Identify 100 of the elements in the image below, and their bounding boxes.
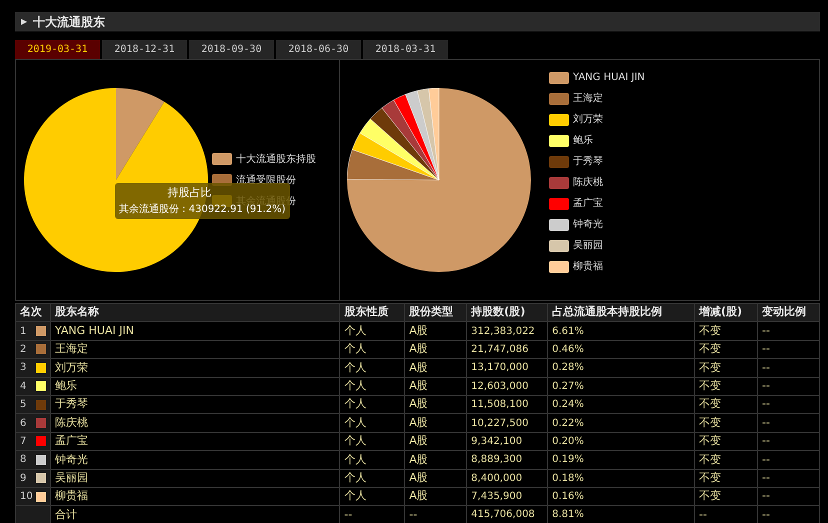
table-cell: 0.20%: [548, 432, 695, 451]
column-header: 名次: [16, 304, 50, 322]
table-cell: 钟奇光: [50, 450, 340, 470]
table-cell: 0.22%: [548, 414, 695, 432]
date-tab[interactable]: 2018-03-31: [363, 40, 448, 59]
table-cell: 不变: [694, 322, 758, 340]
column-header: 持股数(股): [466, 304, 548, 322]
legend-label[interactable]: 流通受限股份: [236, 172, 296, 188]
table-cell: 11,508,100: [466, 395, 548, 414]
table-cell: 312,383,022: [466, 322, 548, 340]
table-cell: A股: [404, 340, 467, 359]
rank-number: 6: [20, 416, 26, 431]
rank-number: 5: [20, 398, 26, 412]
table-cell: 王海定: [50, 340, 340, 359]
column-header: 占总流通股本持股比例: [548, 304, 695, 322]
table-cell: --: [757, 450, 820, 470]
rank-number: 9: [20, 472, 26, 486]
table-cell: --: [757, 377, 820, 396]
table-cell: --: [757, 358, 820, 378]
table-cell: 个人: [340, 322, 405, 340]
table-cell: 个人: [340, 432, 405, 451]
table-cell: 不变: [694, 377, 758, 396]
table-cell: 0.16%: [548, 487, 695, 506]
table-cell: 12,603,000: [466, 377, 548, 396]
table-cell: A股: [404, 432, 467, 451]
rank-number: 2: [20, 342, 26, 357]
table-cell: 10,227,500: [466, 414, 548, 432]
table-cell: 个人: [340, 358, 405, 378]
table-cell: 个人: [340, 340, 405, 359]
table-cell: YANG HUAI JIN: [50, 322, 340, 340]
rank-number: 10: [20, 490, 33, 504]
table-cell: 个人: [340, 450, 405, 470]
table-cell: A股: [404, 322, 467, 340]
table-cell: A股: [404, 358, 467, 378]
table-cell: 7,435,900: [466, 487, 548, 506]
table-cell: 个人: [340, 487, 405, 506]
legend-label[interactable]: 柳贵福: [573, 259, 603, 274]
rank-number: 1: [20, 324, 26, 339]
date-tab[interactable]: 2019-03-31: [15, 40, 100, 59]
table-cell: 鲍乐: [50, 377, 340, 396]
legend-label[interactable]: 于秀琴: [573, 154, 603, 169]
table-cell: 6.61%: [548, 322, 695, 340]
rank-number: 8: [20, 453, 26, 468]
table-cell: 不变: [694, 469, 758, 488]
table-cell: A股: [404, 377, 467, 396]
legend-label[interactable]: 王海定: [573, 91, 603, 106]
column-header: 股东性质: [340, 304, 405, 322]
legend-label[interactable]: 钟奇光: [573, 217, 603, 232]
table-cell: 个人: [340, 377, 405, 396]
table-cell: --: [757, 469, 820, 488]
date-tab[interactable]: 2018-12-31: [102, 40, 187, 59]
table-cell: 0.27%: [548, 377, 695, 396]
table-cell: 不变: [694, 414, 758, 432]
legend-label[interactable]: 吴丽园: [573, 238, 603, 253]
rank-number: 3: [20, 361, 26, 376]
table-cell: 陈庆桃: [50, 414, 340, 432]
table-cell: A股: [404, 450, 467, 470]
table-cell: 吴丽园: [50, 469, 340, 488]
table-cell: 8,400,000: [466, 469, 548, 488]
table-cell: 0.24%: [548, 395, 695, 414]
table-cell: 0.19%: [548, 450, 695, 470]
table-cell: A股: [404, 469, 467, 488]
legend-label[interactable]: 刘万荣: [573, 112, 603, 127]
rank-number: 4: [20, 380, 26, 394]
table-cell: --: [757, 414, 820, 432]
column-header: 股东名称: [50, 304, 340, 322]
date-tab[interactable]: 2018-09-30: [189, 40, 274, 59]
table-cell: 个人: [340, 414, 405, 432]
date-tab[interactable]: 2018-06-30: [276, 40, 361, 59]
legend-label[interactable]: 鲍乐: [573, 133, 593, 148]
table-cell: 不变: [694, 487, 758, 506]
column-header: 增减(股): [694, 304, 758, 322]
legend-label[interactable]: YANG HUAI JIN: [573, 70, 645, 85]
table-cell: --: [757, 432, 820, 451]
table-cell: 8,889,300: [466, 450, 548, 470]
expand-arrow[interactable]: ▶: [21, 16, 28, 28]
table-cell: 于秀琴: [50, 395, 340, 414]
column-header: 股份类型: [404, 304, 467, 322]
table-cell: A股: [404, 487, 467, 506]
section-title: 十大流通股东: [33, 14, 106, 30]
table-cell: A股: [404, 395, 467, 414]
legend-label[interactable]: 十大流通股东持股: [236, 152, 316, 166]
legend-label[interactable]: 孟广宝: [573, 196, 603, 211]
table-cell: 个人: [340, 395, 405, 414]
legend-label[interactable]: 陈庆桃: [573, 175, 603, 190]
table-cell: --: [757, 322, 820, 340]
table-cell: 0.28%: [548, 358, 695, 378]
table-cell: 不变: [694, 432, 758, 451]
table-cell: 13,170,000: [466, 358, 548, 378]
table-cell: 不变: [694, 450, 758, 470]
table-cell: 21,747,086: [466, 340, 548, 359]
table-cell: 0.46%: [548, 340, 695, 359]
column-header: 变动比例: [757, 304, 820, 322]
table-cell: 柳贵福: [50, 487, 340, 506]
table-cell: A股: [404, 414, 467, 432]
table-cell: 0.18%: [548, 469, 695, 488]
table-cell: 孟广宝: [50, 432, 340, 451]
table-cell: 刘万荣: [50, 358, 340, 378]
rank-number: 7: [20, 434, 26, 449]
tooltip-title: 持股占比: [168, 185, 212, 201]
